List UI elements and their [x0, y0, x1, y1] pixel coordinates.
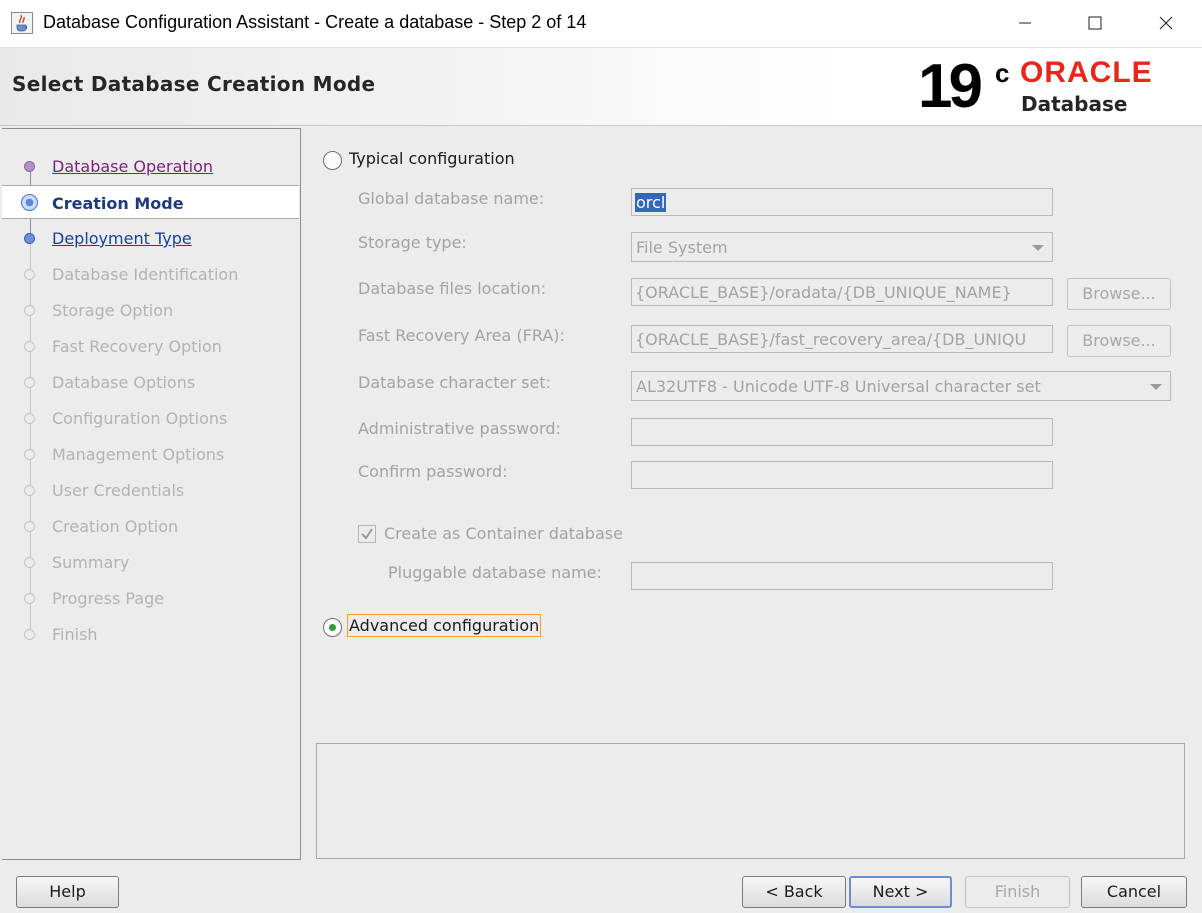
- step-current-indicator-icon: [21, 194, 38, 211]
- step-creation-mode[interactable]: Creation Mode: [2, 185, 299, 219]
- step-indicator-icon: [24, 341, 35, 352]
- logo-brand: ORACLE: [1020, 56, 1153, 89]
- step-label: User Credentials: [52, 481, 185, 500]
- step-label: Management Options: [52, 445, 225, 464]
- admin-password-label: Administrative password:: [358, 419, 561, 438]
- logo-version: 19: [918, 52, 983, 121]
- step-indicator-icon: [24, 593, 35, 604]
- help-button[interactable]: Help: [16, 876, 119, 908]
- step-label: Configuration Options: [52, 409, 228, 428]
- db-files-location-field: {ORACLE_BASE}/oradata/{DB_UNIQUE_NAME}: [631, 278, 1053, 306]
- step-label: Creation Mode: [52, 194, 184, 213]
- container-db-label: Create as Container database: [384, 524, 623, 543]
- step-indicator-icon: [24, 485, 35, 496]
- close-icon[interactable]: [1131, 0, 1201, 46]
- db-files-location-label: Database files location:: [358, 279, 547, 298]
- step-progress-page: Progress Page: [2, 581, 299, 615]
- finish-button: Finish: [965, 876, 1070, 908]
- step-storage-option: Storage Option: [2, 293, 299, 327]
- advanced-configuration-label[interactable]: Advanced configuration: [347, 614, 542, 637]
- step-configuration-options: Configuration Options: [2, 401, 299, 435]
- step-label: Database Operation: [52, 157, 214, 176]
- charset-value: AL32UTF8 - Unicode UTF-8 Universal chara…: [636, 377, 1041, 396]
- typical-configuration-radio[interactable]: [323, 151, 342, 170]
- container-db-checkbox: [358, 525, 376, 543]
- minimize-icon[interactable]: [990, 0, 1060, 46]
- step-label: Database Identification: [52, 265, 239, 284]
- step-fast-recovery-option: Fast Recovery Option: [2, 329, 299, 363]
- step-indicator-icon: [24, 521, 35, 532]
- fra-value: {ORACLE_BASE}/fast_recovery_area/{DB_UNI…: [635, 330, 1027, 349]
- step-label: Fast Recovery Option: [52, 337, 222, 356]
- logo-version-suffix: c: [995, 58, 1010, 88]
- pdb-name-label: Pluggable database name:: [388, 563, 602, 582]
- step-label: Storage Option: [52, 301, 174, 320]
- page-header: Select Database Creation Mode 19 c ORACL…: [0, 48, 1202, 126]
- step-label: Creation Option: [52, 517, 179, 536]
- step-summary: Summary: [2, 545, 299, 579]
- step-indicator-icon: [24, 269, 35, 280]
- step-indicator-icon: [24, 557, 35, 568]
- step-user-credentials: User Credentials: [2, 473, 299, 507]
- global-db-name-value: orcl: [635, 193, 667, 212]
- fra-browse-button: Browse...: [1067, 325, 1171, 357]
- step-database-operation[interactable]: Database Operation: [2, 149, 299, 183]
- step-creation-option: Creation Option: [2, 509, 299, 543]
- logo-product: Database: [1021, 92, 1128, 116]
- checkmark-icon: [361, 528, 373, 540]
- global-db-name-label: Global database name:: [358, 189, 545, 208]
- chevron-down-icon: [1032, 245, 1044, 251]
- pdb-name-field: [631, 562, 1053, 590]
- chevron-down-icon: [1150, 384, 1162, 390]
- step-indicator-icon: [24, 629, 35, 640]
- step-indicator-icon: [24, 413, 35, 424]
- maximize-icon[interactable]: [1060, 0, 1130, 46]
- step-label: Deployment Type: [52, 229, 192, 248]
- window-title: Database Configuration Assistant - Creat…: [43, 12, 587, 32]
- window-title-bar: Database Configuration Assistant - Creat…: [0, 0, 1202, 48]
- global-db-name-field: orcl: [631, 188, 1053, 216]
- java-cup-icon: [11, 12, 33, 34]
- storage-type-select: File System: [631, 232, 1053, 262]
- charset-label: Database character set:: [358, 373, 551, 392]
- creation-mode-content: Typical configuration Global database na…: [302, 128, 1200, 860]
- admin-password-field: [631, 418, 1053, 446]
- step-indicator-icon: [24, 305, 35, 316]
- fra-field: {ORACLE_BASE}/fast_recovery_area/{DB_UNI…: [631, 325, 1053, 353]
- page-title: Select Database Creation Mode: [12, 72, 376, 96]
- step-label: Progress Page: [52, 589, 165, 608]
- step-indicator-icon: [24, 233, 35, 244]
- step-label: Database Options: [52, 373, 196, 392]
- step-deployment-type[interactable]: Deployment Type: [2, 221, 299, 255]
- db-files-location-value: {ORACLE_BASE}/oradata/{DB_UNIQUE_NAME}: [635, 283, 1012, 302]
- step-indicator-icon: [24, 449, 35, 460]
- back-button[interactable]: < Back: [742, 876, 846, 908]
- next-button[interactable]: Next >: [849, 876, 952, 908]
- fra-label: Fast Recovery Area (FRA):: [358, 326, 565, 345]
- step-finish: Finish: [2, 617, 299, 651]
- storage-type-value: File System: [636, 238, 728, 257]
- cancel-button[interactable]: Cancel: [1081, 876, 1187, 908]
- step-indicator-icon: [24, 161, 35, 172]
- step-label: Finish: [52, 625, 98, 644]
- charset-select: AL32UTF8 - Unicode UTF-8 Universal chara…: [631, 371, 1171, 401]
- advanced-configuration-radio[interactable]: [323, 618, 342, 637]
- step-indicator-icon: [24, 377, 35, 388]
- step-database-identification: Database Identification: [2, 257, 299, 291]
- storage-type-label: Storage type:: [358, 233, 467, 252]
- steps-panel: Database Operation Creation Mode Deploym…: [2, 128, 301, 860]
- confirm-password-field: [631, 461, 1053, 489]
- typical-configuration-label[interactable]: Typical configuration: [349, 149, 515, 168]
- step-label: Summary: [52, 553, 130, 572]
- step-management-options: Management Options: [2, 437, 299, 471]
- confirm-password-label: Confirm password:: [358, 462, 508, 481]
- message-area: [316, 743, 1185, 859]
- step-database-options: Database Options: [2, 365, 299, 399]
- db-files-browse-button: Browse...: [1067, 278, 1171, 310]
